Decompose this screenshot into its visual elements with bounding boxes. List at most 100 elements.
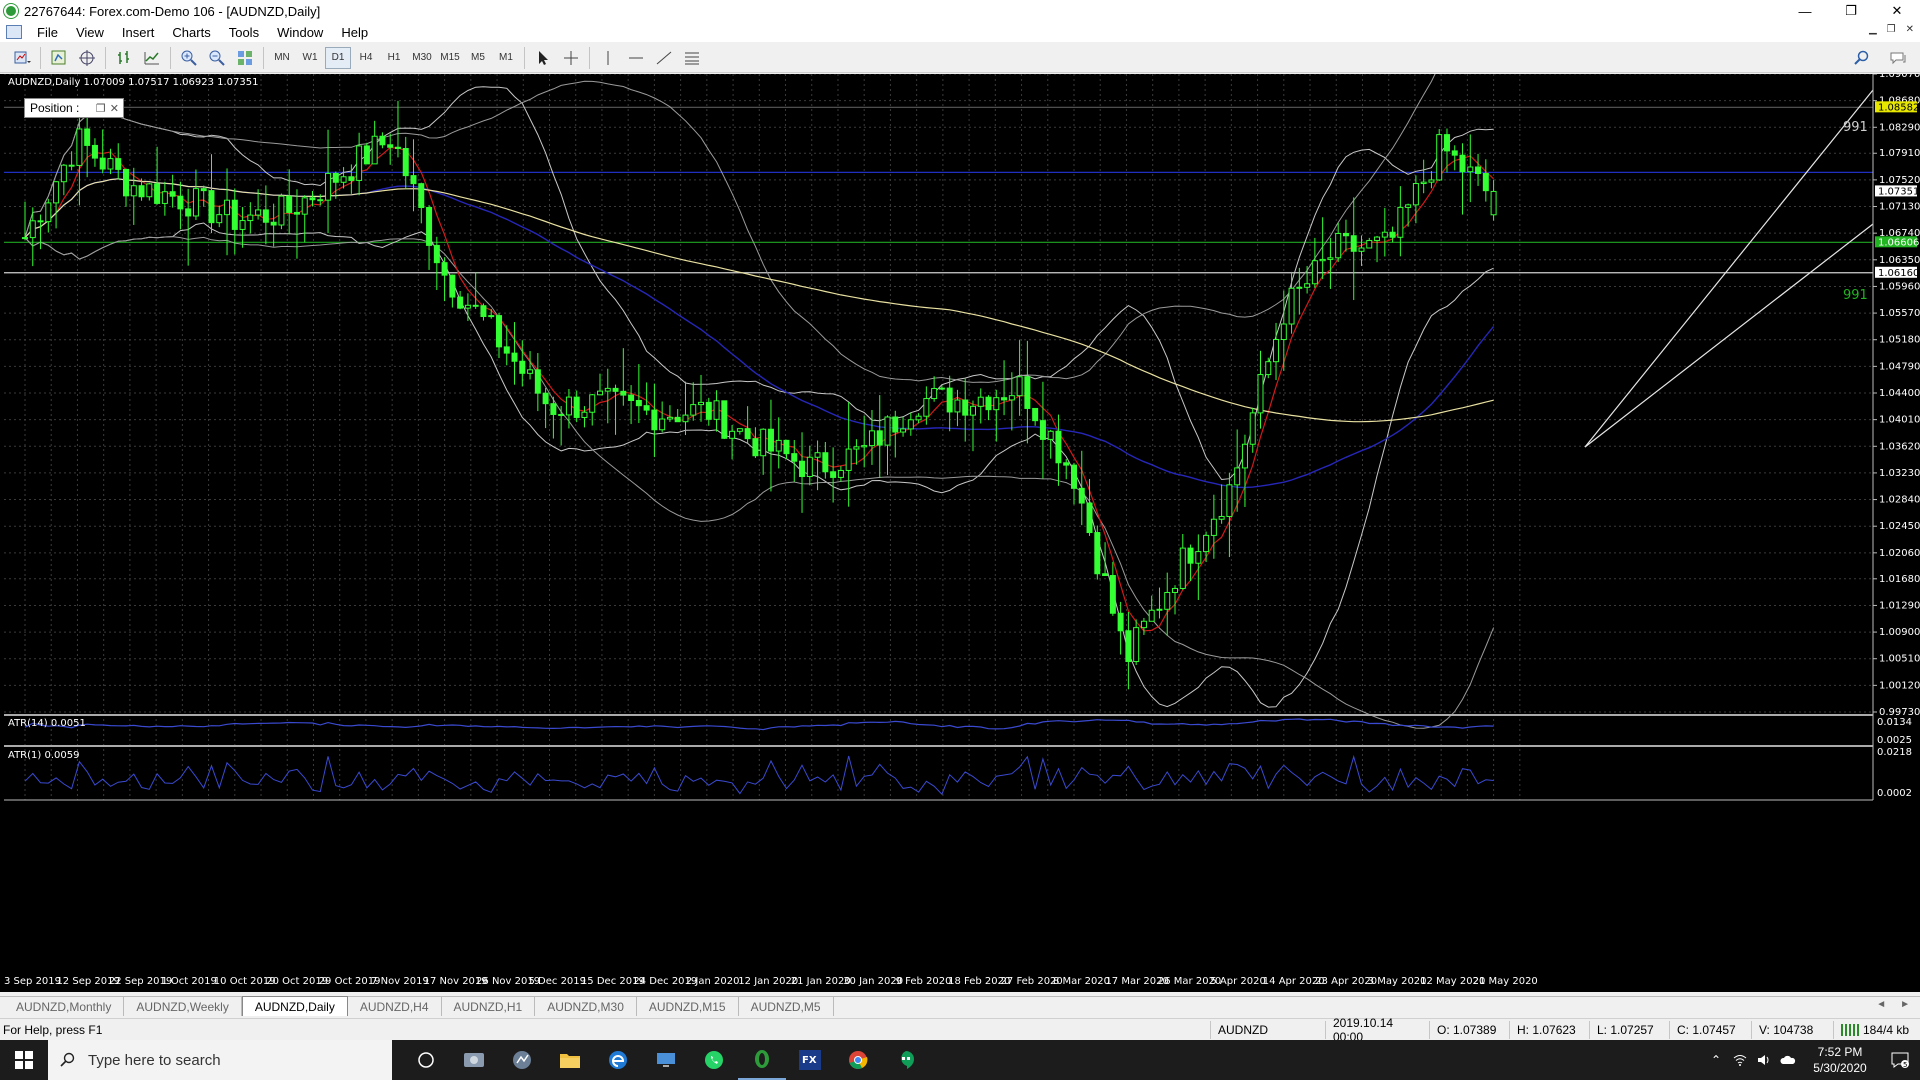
candle-body — [1086, 502, 1093, 534]
cursor-button[interactable] — [531, 46, 555, 70]
candle-body — [1047, 430, 1054, 440]
candle-body — [1164, 591, 1171, 610]
taskbar-app-file-explorer[interactable] — [546, 1040, 594, 1080]
atr1-label: ATR(1) 0.0059 — [8, 750, 79, 761]
chart-area[interactable]: 1.09070 1.08680 1.08290 1.07910 1.07520 1.071… — [0, 74, 1920, 992]
tray-chevron-up-icon[interactable]: ⌃ — [1704, 1040, 1728, 1080]
close-icon[interactable]: ✕ — [110, 102, 119, 115]
folder-icon — [560, 1054, 580, 1068]
minimize-button[interactable]: — — [1782, 0, 1828, 22]
candle-body — [239, 220, 246, 230]
date-label: 3 May 2020 — [1368, 976, 1427, 987]
candle-body — [317, 199, 324, 202]
close-button[interactable]: ✕ — [1874, 0, 1920, 22]
candle-body — [286, 195, 293, 213]
taskbar-app-chrome[interactable] — [834, 1040, 882, 1080]
mdi-minimize-button[interactable]: ▁ — [1869, 24, 1877, 35]
zoom-in-button[interactable] — [177, 46, 201, 70]
timeframe-w1-button[interactable]: W1 — [297, 47, 323, 69]
timeframe-h1-button[interactable]: H1 — [381, 47, 407, 69]
taskbar-app-forex[interactable] — [498, 1040, 546, 1080]
candle-body — [799, 460, 806, 478]
start-button[interactable] — [0, 1040, 48, 1080]
date-label: 3 Sep 2019 — [4, 976, 61, 987]
tile-windows-icon — [238, 50, 252, 65]
bar-chart-button[interactable] — [112, 46, 136, 70]
search-button[interactable] — [1850, 46, 1874, 70]
menu-help[interactable]: Help — [332, 25, 377, 40]
tab-audnzd-weekly[interactable]: AUDNZD,Weekly — [124, 997, 242, 1016]
chat-button[interactable] — [1886, 46, 1910, 70]
price-chart[interactable]: 1.090701.086801.082901.079101.075201.071… — [0, 74, 1920, 992]
mdi-restore-button[interactable]: ❐ — [1887, 24, 1896, 35]
profiles-button[interactable] — [47, 46, 71, 70]
tab-audnzd-daily[interactable]: AUDNZD,Daily — [241, 996, 348, 1016]
price-label: 1.02840 — [1879, 495, 1920, 506]
taskbar-app-edge[interactable] — [594, 1040, 642, 1080]
tab-audnzd-monthly[interactable]: AUDNZD,Monthly — [4, 997, 125, 1016]
menu-charts[interactable]: Charts — [163, 25, 219, 40]
candle-body — [573, 396, 580, 418]
tray-volume-icon[interactable] — [1752, 1040, 1776, 1080]
trendline-button[interactable] — [652, 46, 676, 70]
taskbar-app-forex-active[interactable] — [738, 1040, 786, 1080]
menu-tools[interactable]: Tools — [220, 25, 268, 40]
channel-button[interactable] — [680, 46, 704, 70]
menu-insert[interactable]: Insert — [113, 25, 164, 40]
taskbar-app-desktop[interactable] — [642, 1040, 690, 1080]
price-label: 1.09070 — [1879, 74, 1920, 80]
crosshair-button[interactable] — [559, 46, 583, 70]
candle-body — [45, 202, 52, 223]
chart-tabs: AUDNZD,Monthly AUDNZD,Weekly AUDNZD,Dail… — [0, 996, 1920, 1016]
tab-audnzd-m15[interactable]: AUDNZD,M15 — [637, 997, 739, 1016]
timeframe-m15-button[interactable]: M15 — [437, 47, 463, 69]
candle-body — [954, 399, 961, 413]
tab-scroll-left-icon[interactable]: ◄ — [1876, 999, 1886, 1010]
tab-audnzd-h1[interactable]: AUDNZD,H1 — [442, 997, 536, 1016]
tab-audnzd-h4[interactable]: AUDNZD,H4 — [348, 997, 442, 1016]
timeframe-m5-button[interactable]: M5 — [465, 47, 491, 69]
timeframe-d1-button[interactable]: D1 — [325, 46, 351, 69]
tray-network-icon[interactable] — [1728, 1040, 1752, 1080]
position-panel[interactable]: Position : ❐ ✕ — [24, 98, 124, 118]
zoom-out-icon — [209, 50, 225, 66]
tray-onedrive-icon[interactable] — [1776, 1040, 1800, 1080]
crosshair-nav-button[interactable] — [75, 46, 99, 70]
timeframe-mn-button[interactable]: MN — [269, 47, 295, 69]
tab-audnzd-m30[interactable]: AUDNZD,M30 — [535, 997, 637, 1016]
mdi-close-button[interactable]: ✕ — [1906, 24, 1914, 35]
timeframe-m1-button[interactable]: M1 — [493, 47, 519, 69]
candle-body — [767, 428, 774, 452]
tile-windows-button[interactable] — [233, 46, 257, 70]
taskbar-clock[interactable]: 7:52 PM 5/30/2020 — [1800, 1044, 1880, 1076]
menu-window[interactable]: Window — [268, 25, 332, 40]
timeframe-h4-button[interactable]: H4 — [353, 47, 379, 69]
chart-window-icon[interactable] — [6, 25, 22, 39]
candle-body — [1140, 620, 1147, 629]
zoom-out-button[interactable] — [205, 46, 229, 70]
vertical-line-button[interactable] — [596, 46, 620, 70]
taskbar-search[interactable]: Type here to search — [48, 1040, 392, 1080]
candle-body — [1273, 339, 1280, 363]
action-center-button[interactable]: 5 — [1880, 1040, 1920, 1080]
taskbar-app-photos[interactable] — [450, 1040, 498, 1080]
candle-body — [1280, 323, 1287, 341]
menu-file[interactable]: File — [28, 25, 67, 40]
tab-scroll-right-icon[interactable]: ► — [1900, 999, 1910, 1010]
timeframe-m30-button[interactable]: M30 — [409, 47, 435, 69]
menu-view[interactable]: View — [67, 25, 113, 40]
restore-button[interactable]: ❐ — [1828, 0, 1874, 22]
horizontal-line-button[interactable] — [624, 46, 648, 70]
new-chart-button[interactable] — [10, 46, 34, 70]
taskbar-app-whatsapp[interactable] — [690, 1040, 738, 1080]
candle-body — [224, 199, 231, 216]
toolbar-separator — [589, 46, 590, 69]
candle-body — [923, 398, 930, 417]
line-chart-button[interactable] — [140, 46, 164, 70]
tab-audnzd-m5[interactable]: AUDNZD,M5 — [739, 997, 834, 1016]
taskbar-app-hangouts[interactable] — [882, 1040, 930, 1080]
task-view-button[interactable] — [402, 1040, 450, 1080]
taskbar-app-fxchoice[interactable]: FX — [786, 1040, 834, 1080]
restore-icon[interactable]: ❐ — [96, 102, 106, 115]
candle-body — [1187, 547, 1194, 564]
